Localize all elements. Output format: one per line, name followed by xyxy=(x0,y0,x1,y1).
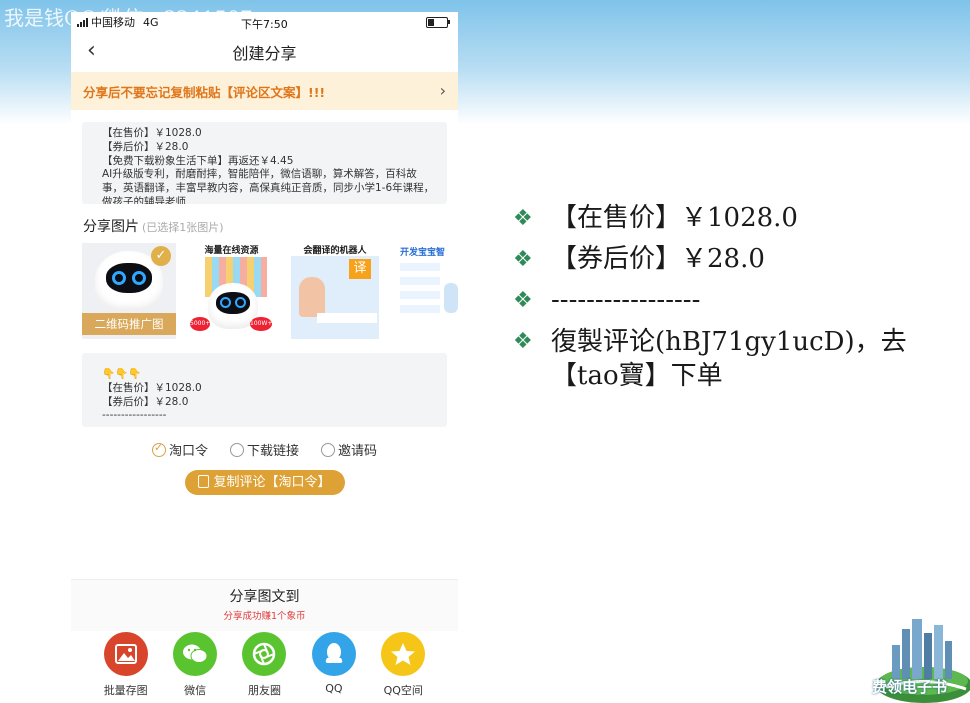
wechat-icon xyxy=(173,632,218,676)
comment-text-line: 【在售价】￥1028.0 xyxy=(102,381,202,394)
image-caption: 开发宝宝智 xyxy=(400,248,446,258)
share-targets: 批量存图 微信 朋友圈 QQ QQ空间 xyxy=(71,632,458,698)
share-images-label: 分享图片 xyxy=(83,219,139,235)
status-bar: 中国移动 4G 下午7:50 xyxy=(71,12,458,32)
copy-comment-button[interactable]: 复制评论【淘口令】 xyxy=(184,470,345,495)
image-badge: 5000+ xyxy=(190,317,210,331)
notice-text: 分享后不要忘记复制粘贴【评论区文案】!!! xyxy=(83,84,326,100)
bullet-text: 【券后价】￥28.0 xyxy=(551,244,765,274)
share-target-label: 朋友圈 xyxy=(247,684,281,697)
share-target-label: 批量存图 xyxy=(103,684,148,697)
page-title: 创建分享 xyxy=(232,44,297,63)
bullet-item: ❖ 【券后价】￥28.0 xyxy=(513,239,933,280)
share-image-strip: ✓ 二维码推广图 海量在线资源 5000+ 100W+ 会翻译的机器人 译 开发… xyxy=(71,243,458,353)
product-image-3[interactable]: 会翻译的机器人 译 xyxy=(291,243,379,339)
image-caption: 海量在线资源 xyxy=(204,246,259,256)
emoji-line: 👇👇👇 xyxy=(102,368,142,380)
robot-face xyxy=(106,263,152,293)
selected-check-icon[interactable]: ✓ xyxy=(151,246,171,266)
share-target-label: QQ空间 xyxy=(383,684,423,697)
share-text-line: AI升级版专利，耐磨耐摔，智能陪伴，微信语聊，算术解答，百科故事，英语翻译，丰富… xyxy=(102,168,435,204)
diamond-bullet-icon: ❖ xyxy=(513,206,533,231)
chevron-right-icon: › xyxy=(439,81,446,100)
product-image-2[interactable]: 海量在线资源 5000+ 100W+ xyxy=(190,243,273,339)
option-label: 淘口令 xyxy=(168,444,208,459)
robot-eye xyxy=(235,297,246,308)
robot-partial xyxy=(444,283,458,313)
diamond-bullet-icon: ❖ xyxy=(513,329,533,354)
comment-text-box[interactable]: 👇👇👇 【在售价】￥1028.0 【券后价】￥28.0 ------------… xyxy=(82,353,447,427)
bullet-item: ❖ 【在售价】￥1028.0 xyxy=(513,198,933,239)
share-target-qzone[interactable]: QQ空间 xyxy=(377,632,429,698)
qr-promo-label: 二维码推广图 xyxy=(82,313,176,335)
diamond-bullet-icon: ❖ xyxy=(513,288,533,313)
footer-text: 费领电子书 xyxy=(872,678,948,696)
bullet-item: ❖ 復製评论(hBJ71gy1ucD)，去【tao寶】下单 xyxy=(513,325,933,393)
link-type-options: 淘口令 下载链接 邀请码 xyxy=(71,440,458,459)
share-bar-subtitle: 分享成功赚1个象币 xyxy=(223,611,306,622)
nav-bar: ‹ 创建分享 xyxy=(71,32,458,72)
share-target-label: QQ xyxy=(325,682,343,695)
share-bar-title: 分享图文到 xyxy=(229,589,300,605)
carrier-label: 中国移动 xyxy=(91,16,135,29)
battery-icon xyxy=(426,17,450,28)
status-time: 下午7:50 xyxy=(241,18,288,31)
copy-button-label: 复制评论【淘口令】 xyxy=(213,475,331,490)
comment-text-line: 【券后价】￥28.0 xyxy=(102,395,189,408)
share-target-qq[interactable]: QQ xyxy=(308,632,360,698)
share-text-line: 【免费下载粉象生活下单】再返还￥4.45 xyxy=(102,154,294,167)
share-images-hint: (已选择1张图片) xyxy=(142,221,224,234)
bullet-text: 復製评论(hBJ71gy1ucD)，去【tao寶】下单 xyxy=(551,327,907,391)
copy-icon xyxy=(198,475,210,488)
qq-icon xyxy=(311,632,356,676)
share-images-title: 分享图片 (已选择1张图片) xyxy=(83,216,458,236)
network-label: 4G xyxy=(143,15,159,29)
bullet-item: ❖ ----------------- xyxy=(513,280,933,321)
translate-sign: 译 xyxy=(349,259,371,279)
qzone-icon xyxy=(381,632,426,676)
desk xyxy=(317,313,377,323)
radio-checked-icon xyxy=(151,441,166,457)
share-text-box[interactable]: 【在售价】￥1028.0 【券后价】￥28.0 【免费下载粉象生活下单】再返还￥… xyxy=(82,122,447,204)
radio-unchecked-icon xyxy=(321,442,335,457)
option-download-link[interactable]: 下载链接 xyxy=(229,440,299,459)
product-image-4[interactable]: 开发宝宝智 xyxy=(396,243,458,339)
share-target-moments[interactable]: 朋友圈 xyxy=(238,632,290,698)
option-label: 邀请码 xyxy=(338,444,378,459)
slide-bullets: ❖ 【在售价】￥1028.0 ❖ 【券后价】￥28.0 ❖ -------------… xyxy=(513,198,933,393)
share-bar: 分享图文到 分享成功赚1个象币 xyxy=(71,579,458,631)
image-icon xyxy=(103,632,148,676)
robot-eye xyxy=(132,271,146,285)
image-badge: 100W+ xyxy=(250,317,272,331)
share-target-label: 微信 xyxy=(184,684,207,697)
share-text-line: 【券后价】￥28.0 xyxy=(102,140,189,153)
child-figure xyxy=(299,277,325,317)
share-target-wechat[interactable]: 微信 xyxy=(169,632,221,698)
robot-face xyxy=(216,292,250,314)
comment-text-line: ----------------- xyxy=(102,409,167,422)
share-text-line: 【在售价】￥1028.0 xyxy=(102,127,202,139)
bullet-text: ----------------- xyxy=(551,285,701,315)
robot-eye xyxy=(112,271,126,285)
bullet-text: 【在售价】￥1028.0 xyxy=(551,203,798,233)
option-taokouling[interactable]: 淘口令 xyxy=(151,440,208,459)
feature-list xyxy=(400,263,440,313)
notice-banner[interactable]: 分享后不要忘记复制粘贴【评论区文案】!!! › xyxy=(71,72,458,110)
phone-screenshot: 中国移动 4G 下午7:50 ‹ 创建分享 分享后不要忘记复制粘贴【评论区文案】… xyxy=(71,12,458,703)
signal-icon xyxy=(77,17,88,27)
diamond-bullet-icon: ❖ xyxy=(513,247,533,272)
robot-eye xyxy=(220,297,231,308)
back-arrow-icon[interactable]: ‹ xyxy=(87,40,96,62)
radio-unchecked-icon xyxy=(229,442,244,457)
option-invite-code[interactable]: 邀请码 xyxy=(321,440,377,459)
option-label: 下载链接 xyxy=(246,444,299,459)
image-caption: 会翻译的机器人 xyxy=(291,243,379,256)
moments-icon xyxy=(242,632,287,676)
share-target-save-images[interactable]: 批量存图 xyxy=(100,632,152,698)
